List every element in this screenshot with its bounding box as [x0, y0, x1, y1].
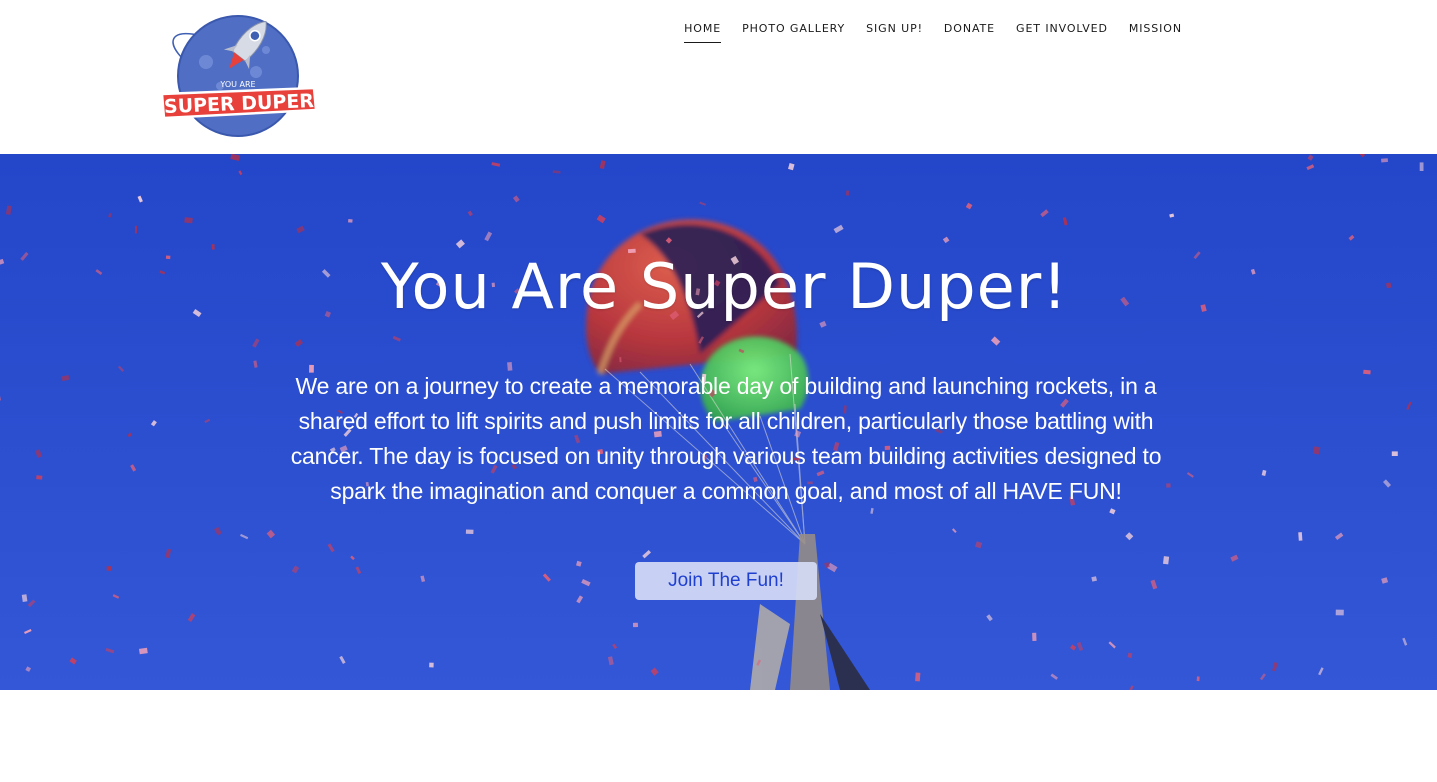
confetti-piece — [1381, 158, 1389, 163]
logo-main-text: SUPER DUPER — [164, 90, 315, 118]
nav-item-home[interactable]: HOME — [684, 22, 722, 43]
site-logo[interactable]: YOU ARE SUPER DUPER — [158, 14, 318, 140]
confetti-piece — [21, 594, 28, 602]
confetti-piece — [915, 672, 921, 682]
nav-item-mission[interactable]: MISSION — [1129, 22, 1182, 41]
confetti-piece — [1298, 532, 1303, 541]
confetti-piece — [1032, 632, 1037, 642]
hero-title: You Are Super Duper! — [380, 250, 1069, 323]
confetti-piece — [134, 225, 138, 234]
confetti-piece — [1363, 369, 1371, 375]
site-header: YOU ARE SUPER DUPER HOME PHOTO GALLERY S… — [0, 0, 1437, 154]
hero-section: You Are Super Duper! We are on a journey… — [0, 154, 1437, 690]
nav-item-donate[interactable]: DONATE — [944, 22, 995, 41]
nav-item-get-involved[interactable]: GET INVOLVED — [1016, 22, 1108, 41]
nav-item-sign-up[interactable]: SIGN UP! — [866, 22, 923, 41]
logo-graphic: YOU ARE SUPER DUPER — [160, 15, 318, 137]
confetti-piece — [348, 219, 353, 223]
confetti-piece — [36, 475, 43, 480]
confetti-piece — [845, 190, 850, 196]
confetti-piece — [632, 622, 638, 628]
confetti-piece — [619, 357, 622, 363]
confetti-piece — [211, 244, 215, 250]
hero-description: We are on a journey to create a memorabl… — [290, 373, 1162, 504]
confetti-piece — [184, 217, 193, 224]
page: YOU ARE SUPER DUPER HOME PHOTO GALLERY S… — [0, 0, 1437, 782]
confetti-piece — [1162, 556, 1170, 565]
confetti-piece — [1391, 451, 1398, 456]
join-the-fun-button[interactable]: Join The Fun! — [635, 562, 817, 600]
logo-top-text: YOU ARE — [219, 80, 255, 89]
confetti-piece — [106, 566, 112, 571]
confetti-piece — [1335, 609, 1344, 616]
confetti-piece — [1419, 162, 1424, 171]
main-nav: HOME PHOTO GALLERY SIGN UP! DONATE GET I… — [663, 22, 1182, 43]
nav-item-photo-gallery[interactable]: PHOTO GALLERY — [742, 22, 845, 41]
confetti-piece — [465, 529, 474, 534]
confetti-piece — [138, 647, 148, 655]
confetti-piece — [429, 662, 434, 668]
confetti-piece — [1196, 676, 1200, 682]
